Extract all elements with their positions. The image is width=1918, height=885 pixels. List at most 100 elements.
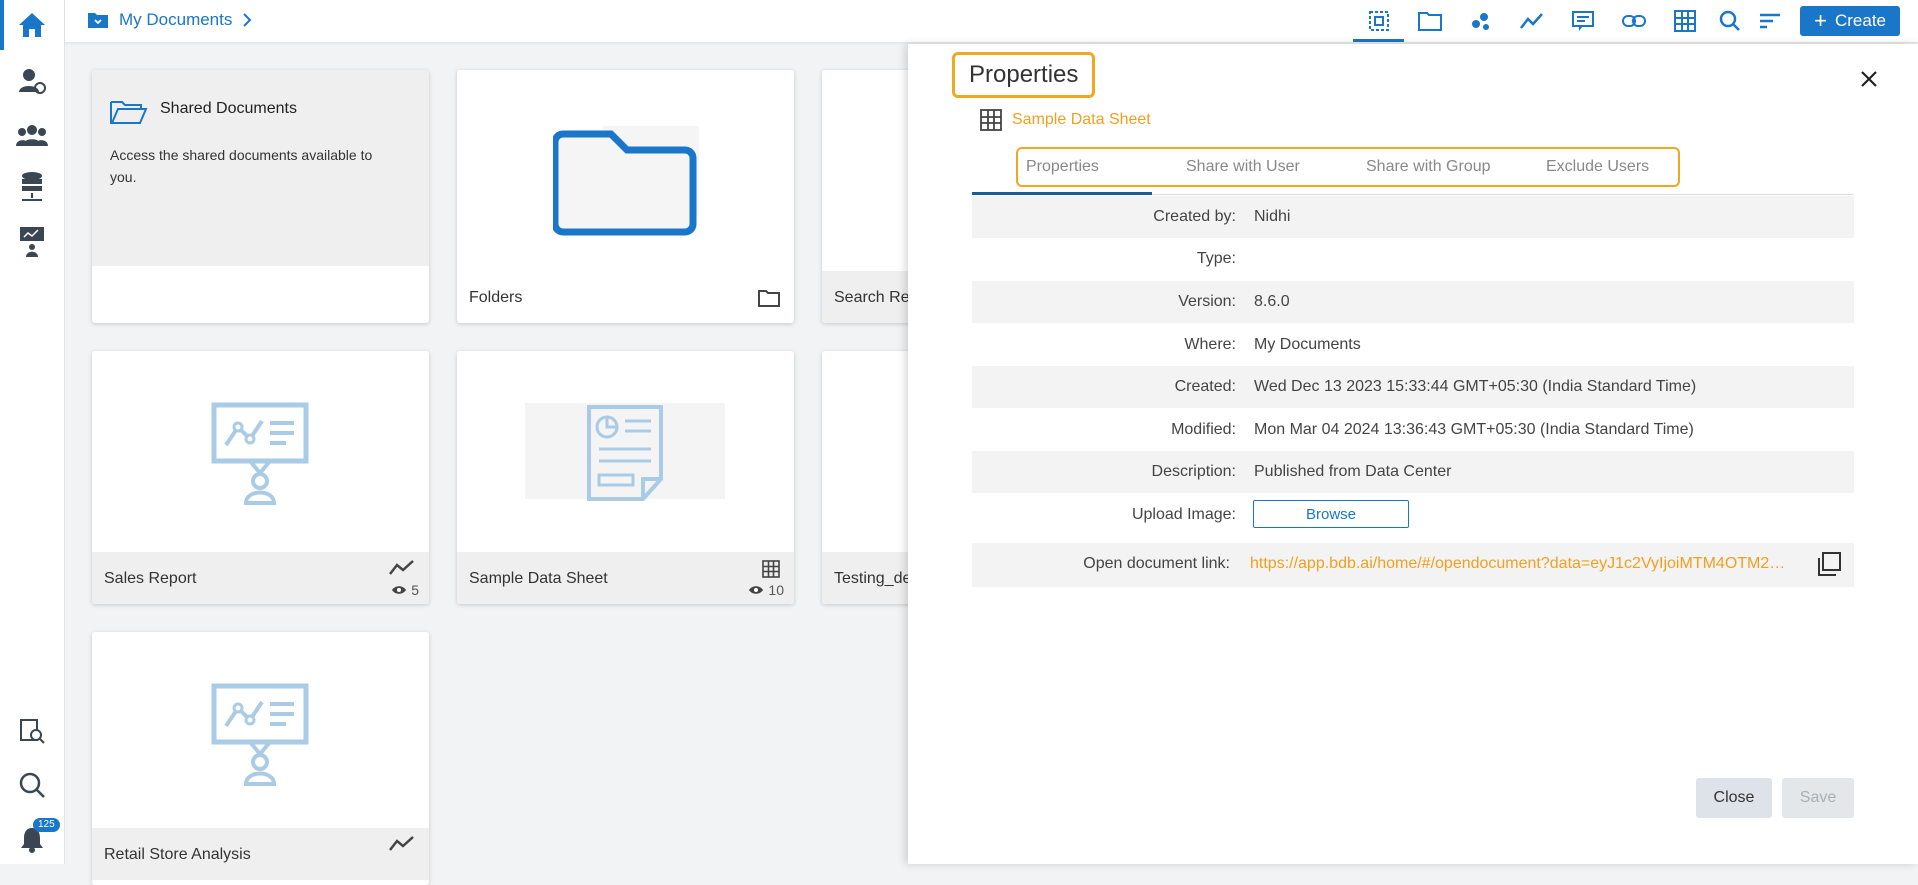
- home-nav[interactable]: [0, 0, 64, 50]
- toolbar: + Create: [1353, 0, 1900, 42]
- datasheet-filter-button[interactable]: [1659, 0, 1710, 42]
- property-row: Created by: Nidhi: [972, 196, 1854, 238]
- tab-bar: Properties Share with User Share with Gr…: [1016, 147, 1680, 187]
- database-icon: [22, 172, 42, 201]
- card-sales-report[interactable]: Sales Report 5: [92, 351, 429, 604]
- folder-icon: [1417, 12, 1442, 31]
- card-shared-documents[interactable]: Shared Documents Access the shared docum…: [92, 70, 429, 323]
- top-bar: My Documents + Create: [65, 0, 1918, 43]
- property-row: Created: Wed Dec 13 2023 15:33:44 GMT+05…: [972, 366, 1854, 408]
- grid-icon: [980, 109, 1002, 131]
- close-button[interactable]: Close: [1696, 778, 1772, 818]
- groups-nav[interactable]: [0, 110, 64, 160]
- left-sidebar: 125: [0, 0, 65, 864]
- card-title: Search Rep: [834, 289, 919, 306]
- user-settings-nav[interactable]: [0, 56, 64, 106]
- story-icon: [1571, 11, 1594, 31]
- large-folder-icon: [553, 126, 699, 236]
- property-row: Type:: [972, 238, 1854, 280]
- doc-search-nav[interactable]: [0, 706, 64, 756]
- presentation-icon: [20, 227, 44, 257]
- breadcrumb-my-documents[interactable]: My Documents: [119, 10, 232, 30]
- card-title: Retail Store Analysis: [104, 846, 251, 863]
- search-icon: [19, 772, 45, 798]
- property-label: Modified:: [1171, 421, 1236, 438]
- dashboard-placeholder-icon: [211, 402, 309, 505]
- tab-share-with-group[interactable]: Share with Group: [1366, 158, 1491, 176]
- card-footer: Sample Data Sheet 10: [457, 552, 794, 604]
- upload-image-row: Upload Image: Browse: [972, 494, 1854, 536]
- card-footer: Folders: [457, 271, 794, 323]
- property-value: Nidhi: [1254, 208, 1291, 225]
- create-button-label: Create: [1834, 11, 1886, 30]
- card-thumbnail: [92, 632, 429, 828]
- eye-icon: [392, 586, 407, 594]
- card-footer: Retail Store Analysis: [92, 828, 429, 880]
- property-label: Version:: [1178, 293, 1236, 310]
- properties-panel: Properties Sample Data Sheet Properties …: [908, 44, 1918, 864]
- card-thumbnail: [457, 351, 794, 547]
- tab-exclude-users[interactable]: Exclude Users: [1546, 158, 1649, 176]
- card-title: Testing_de: [834, 570, 912, 587]
- grid-icon: [762, 560, 780, 578]
- property-value: Wed Dec 13 2023 15:33:44 GMT+05:30 (Indi…: [1254, 378, 1697, 395]
- link-filter-button[interactable]: [1608, 0, 1659, 42]
- property-label: Where:: [1184, 336, 1236, 353]
- property-row: Version: 8.6.0: [972, 281, 1854, 323]
- panel-title: Properties: [952, 52, 1096, 98]
- view-count-value: 5: [411, 582, 419, 598]
- card-title: Shared Documents: [160, 100, 297, 117]
- shared-folder-icon: [110, 101, 148, 124]
- card-thumbnail: [457, 70, 794, 266]
- card-footer: Sales Report 5: [92, 552, 429, 604]
- browse-button[interactable]: Browse: [1253, 500, 1409, 528]
- notification-badge: 125: [33, 818, 60, 832]
- search-nav[interactable]: [0, 760, 64, 810]
- tab-properties[interactable]: Properties: [1026, 158, 1099, 176]
- view-count: 10: [748, 582, 784, 598]
- presenter-nav[interactable]: [0, 216, 64, 266]
- story-filter-button[interactable]: [1557, 0, 1608, 42]
- close-icon[interactable]: [1860, 70, 1878, 88]
- property-label: Type:: [1196, 250, 1236, 267]
- group-icon: [16, 125, 48, 146]
- folder-filter-button[interactable]: [1404, 0, 1455, 42]
- bubble-chart-icon: [1471, 13, 1489, 30]
- chevron-right-icon: [243, 13, 252, 27]
- copy-icon[interactable]: [1816, 551, 1842, 577]
- property-value: Published from Data Center: [1254, 463, 1452, 480]
- data-connectors-nav[interactable]: [0, 162, 64, 212]
- sort-icon: [1760, 13, 1781, 29]
- line-chart-icon: [389, 836, 414, 851]
- card-retail-store-analysis[interactable]: Retail Store Analysis: [92, 632, 429, 885]
- save-button[interactable]: Save: [1782, 778, 1854, 818]
- scatter-filter-button[interactable]: [1455, 0, 1506, 42]
- dashboard-filter-button[interactable]: [1506, 0, 1557, 42]
- sort-button[interactable]: [1750, 0, 1790, 42]
- document-link-row: Open document link: https://app.bdb.ai/h…: [972, 543, 1854, 587]
- search-button[interactable]: [1710, 0, 1750, 42]
- create-button[interactable]: + Create: [1800, 6, 1900, 36]
- property-value: My Documents: [1254, 336, 1361, 353]
- view-count-value: 10: [768, 582, 784, 598]
- select-all-button[interactable]: [1353, 0, 1405, 42]
- active-tab-indicator: [972, 192, 1152, 195]
- plus-icon: +: [1814, 8, 1827, 33]
- user-gear-icon: [19, 69, 46, 94]
- dashboard-placeholder-icon: [211, 683, 309, 786]
- property-label: Created:: [1174, 378, 1236, 395]
- view-count: 5: [391, 582, 419, 598]
- property-value: Mon Mar 04 2024 13:36:43 GMT+05:30 (Indi…: [1254, 421, 1694, 438]
- upload-image-label: Upload Image:: [1131, 506, 1236, 523]
- select-all-icon: [1368, 11, 1389, 31]
- card-folders[interactable]: Folders: [457, 70, 794, 323]
- document-link[interactable]: https://app.bdb.ai/home/#/opendocument?d…: [1250, 555, 1795, 573]
- card-title: Folders: [469, 289, 523, 306]
- grid-icon: [1673, 10, 1696, 32]
- property-value: 8.6.0: [1254, 293, 1290, 310]
- tab-share-with-user[interactable]: Share with User: [1186, 158, 1300, 176]
- notifications-nav[interactable]: 125: [0, 814, 64, 864]
- card-sample-data-sheet[interactable]: Sample Data Sheet 10: [457, 351, 794, 604]
- property-row: Modified: Mon Mar 04 2024 13:36:43 GMT+0…: [972, 409, 1854, 451]
- line-chart-icon: [389, 560, 414, 575]
